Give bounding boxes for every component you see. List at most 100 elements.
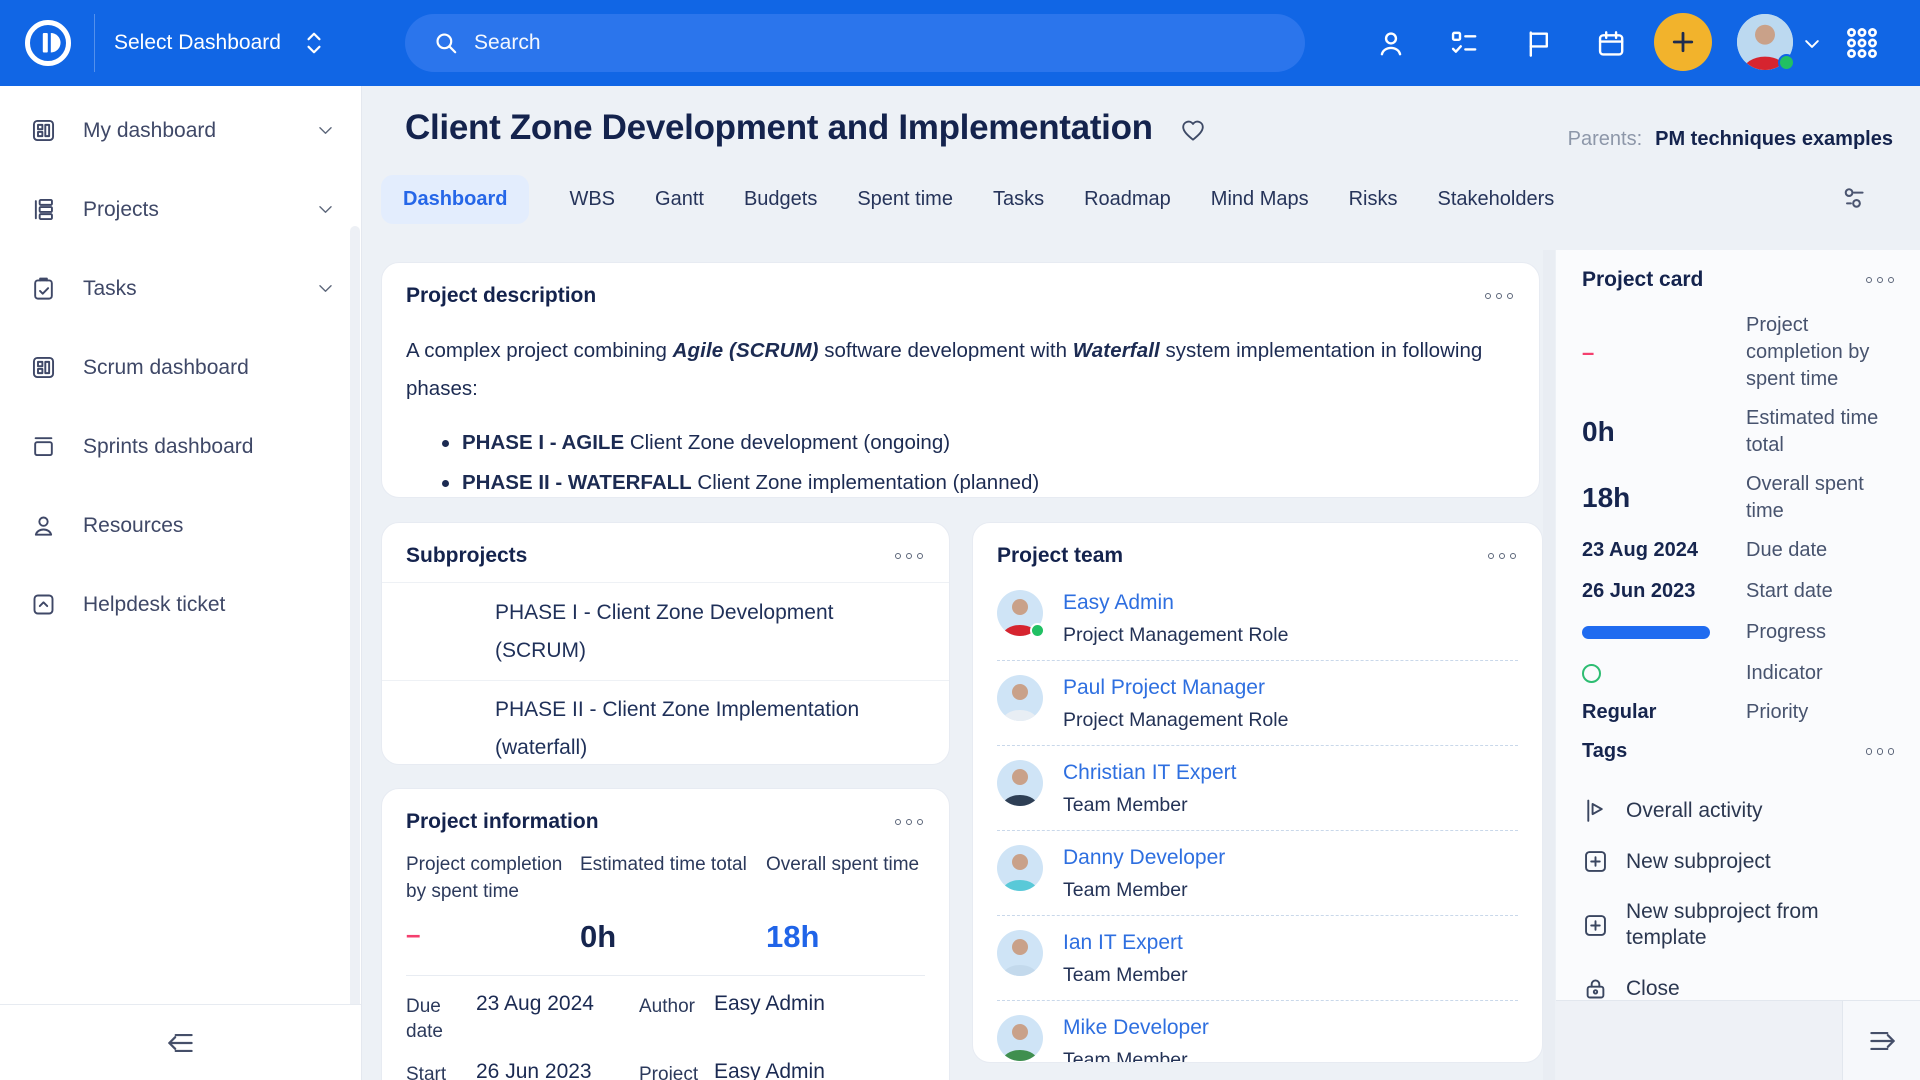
box-up-icon: [30, 591, 57, 618]
card-value: [1582, 626, 1746, 639]
project-tabs: Dashboard WBS Gantt Budgets Spent time Tasks R…: [381, 175, 1554, 224]
add-button[interactable]: [1654, 13, 1712, 71]
card-value: [1582, 664, 1746, 683]
sidebar-item-projects[interactable]: Projects: [0, 170, 361, 249]
project-card-row: Indicator: [1582, 660, 1894, 687]
checklist-icon[interactable]: [1448, 27, 1480, 59]
action-label: New subproject from template: [1626, 899, 1894, 951]
member-avatar[interactable]: [997, 675, 1043, 721]
member-role: Team Member: [1063, 793, 1237, 817]
stat-label: Overall spent time: [766, 851, 925, 907]
subproject-link[interactable]: PHASE I - Client Zone Development (SCRUM…: [382, 583, 949, 680]
detail-value: Easy Admin: [714, 1060, 925, 1080]
tab-dashboard[interactable]: Dashboard: [381, 175, 529, 224]
chevron-down-icon[interactable]: [316, 121, 335, 140]
member-name-link[interactable]: Ian IT Expert: [1063, 930, 1188, 956]
tabs-settings-sliders-icon[interactable]: [1838, 184, 1872, 212]
member-avatar[interactable]: [997, 845, 1043, 891]
member-avatar[interactable]: [997, 1015, 1043, 1061]
info-stat: Overall spent time18h: [766, 851, 925, 955]
member-name-link[interactable]: Paul Project Manager: [1063, 675, 1288, 701]
info-stat: Project completion by spent time–: [406, 851, 572, 955]
chevron-down-icon[interactable]: [316, 200, 335, 219]
sidebar-scrollbar[interactable]: [350, 226, 360, 1080]
project-card-row: 23 Aug 2024Due date: [1582, 537, 1894, 564]
tab-stakeholders[interactable]: Stakeholders: [1438, 175, 1555, 224]
dashboard-selector[interactable]: Select Dashboard: [114, 0, 323, 86]
member-avatar[interactable]: [997, 590, 1043, 636]
plus-square-icon: [1582, 912, 1609, 939]
chevron-down-icon[interactable]: [316, 279, 335, 298]
tags-menu-button[interactable]: [1866, 744, 1895, 759]
panel-title: Project description: [406, 284, 596, 308]
tab-gantt[interactable]: Gantt: [655, 175, 704, 224]
flag-icon[interactable]: [1522, 27, 1554, 59]
sidebar-item-scrum-dashboard[interactable]: Scrum dashboard: [0, 328, 361, 407]
search-bar[interactable]: [405, 14, 1305, 72]
avatar-chevron-down-icon[interactable]: [1802, 34, 1822, 54]
search-icon: [433, 30, 459, 56]
tab-roadmap[interactable]: Roadmap: [1084, 175, 1171, 224]
calendar-icon[interactable]: [1595, 27, 1627, 59]
tab-mind-maps[interactable]: Mind Maps: [1211, 175, 1309, 224]
tab-wbs[interactable]: WBS: [569, 175, 615, 224]
tab-risks[interactable]: Risks: [1349, 175, 1398, 224]
card-value: 18h: [1582, 482, 1746, 514]
subproject-link[interactable]: PHASE II - Client Zone Implementation (w…: [382, 680, 949, 765]
team-member-row: Easy AdminProject Management Role: [997, 576, 1518, 661]
action-close[interactable]: Close: [1582, 963, 1894, 1000]
description-bullet: PHASE II - WATERFALL Client Zone impleme…: [406, 463, 1513, 498]
lock-icon: [1582, 975, 1609, 1000]
action-overall-activity[interactable]: Overall activity: [1582, 785, 1894, 836]
tasks-clipboard-icon: [30, 275, 57, 302]
content-scrollbar[interactable]: [1543, 250, 1555, 1080]
sidebar-item-resources[interactable]: Resources: [0, 486, 361, 565]
tab-budgets[interactable]: Budgets: [744, 175, 817, 224]
apps-grid-icon[interactable]: [1845, 26, 1877, 58]
panel-menu-button[interactable]: [1488, 549, 1517, 564]
subprojects-panel: Subprojects PHASE I - Client Zone Develo…: [381, 522, 950, 765]
sidebar-footer: [0, 1004, 361, 1080]
card-label: Estimated time total: [1746, 405, 1894, 459]
member-avatar[interactable]: [997, 930, 1043, 976]
sidebar-item-helpdesk-ticket[interactable]: Helpdesk ticket: [0, 565, 361, 644]
member-name-link[interactable]: Christian IT Expert: [1063, 760, 1237, 786]
expand-panel-box[interactable]: [1842, 1001, 1920, 1080]
member-avatar[interactable]: [997, 760, 1043, 806]
panel-menu-button[interactable]: [1866, 273, 1895, 288]
expand-sidebar-icon[interactable]: [1864, 1026, 1900, 1056]
panel-menu-button[interactable]: [895, 815, 924, 830]
member-name-link[interactable]: Mike Developer: [1063, 1015, 1209, 1041]
sidebar-item-my-dashboard[interactable]: My dashboard: [0, 91, 361, 170]
detail-label: Project manager: [639, 1060, 714, 1080]
parents-link[interactable]: PM techniques examples: [1655, 128, 1893, 151]
panel-menu-button[interactable]: [895, 549, 924, 564]
team-member-row: Christian IT Expert Team Member: [997, 746, 1518, 831]
tab-spent-time[interactable]: Spent time: [857, 175, 953, 224]
project-description-text: A complex project combining Agile (SCRUM…: [382, 308, 1539, 498]
collapse-sidebar-icon[interactable]: [163, 1028, 199, 1058]
profile-person-icon[interactable]: [1375, 27, 1407, 59]
app-logo[interactable]: [0, 0, 95, 86]
sidebar-item-label: Tasks: [83, 277, 137, 301]
user-avatar[interactable]: [1737, 14, 1793, 70]
plus-icon: [1669, 28, 1697, 56]
left-sidebar: My dashboardProjects Tasks Scrum dashboard…: [0, 86, 362, 1080]
person-icon: [30, 512, 57, 539]
panel-menu-button[interactable]: [1485, 289, 1514, 304]
tab-tasks[interactable]: Tasks: [993, 175, 1044, 224]
search-input[interactable]: [474, 31, 1305, 55]
favorite-heart-icon[interactable]: [1179, 116, 1207, 144]
easy-project-logo-icon: [22, 17, 74, 69]
dashboard-selector-label: Select Dashboard: [114, 31, 281, 55]
chevron-down-icon: [316, 121, 335, 140]
sidebar-item-sprints-dashboard[interactable]: Sprints dashboard: [0, 407, 361, 486]
member-name-link[interactable]: Easy Admin: [1063, 590, 1288, 616]
dashboard-icon: [30, 354, 57, 381]
activity-icon: [1582, 797, 1609, 824]
sidebar-item-tasks[interactable]: Tasks: [0, 249, 361, 328]
action-new-subproject-from-template[interactable]: New subproject from template: [1582, 887, 1894, 963]
member-name-link[interactable]: Danny Developer: [1063, 845, 1225, 871]
detail-label: Due date: [406, 992, 476, 1044]
action-new-subproject[interactable]: New subproject: [1582, 836, 1894, 887]
